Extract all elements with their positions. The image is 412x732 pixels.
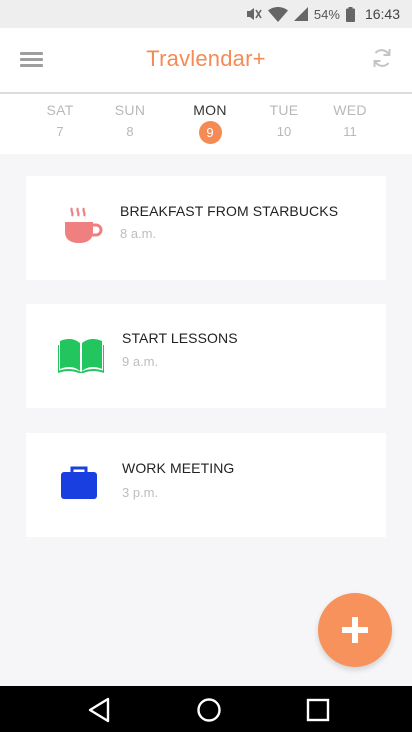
system-nav-bar	[0, 686, 412, 732]
day-number: 11	[343, 124, 357, 139]
coffee-cup-icon	[62, 204, 106, 248]
event-time: 3 p.m.	[122, 485, 159, 500]
status-bar: 54% 16:43	[0, 0, 412, 28]
day-number-selected: 9	[198, 121, 222, 144]
book-icon	[57, 337, 105, 381]
battery-icon	[345, 6, 355, 22]
add-event-button[interactable]	[318, 593, 392, 667]
signal-icon	[293, 7, 308, 21]
wifi-icon	[267, 6, 288, 22]
recents-icon[interactable]	[304, 696, 332, 724]
day-name: TUE	[269, 102, 299, 118]
day-number: 8	[126, 124, 134, 139]
day-name: SAT	[46, 102, 74, 118]
event-title: START LESSONS	[122, 330, 238, 346]
event-card-meeting[interactable]: WORK MEETING 3 p.m.	[26, 433, 386, 537]
day-wed[interactable]: WED 11	[320, 102, 380, 139]
event-card-lessons[interactable]: START LESSONS 9 a.m.	[26, 304, 386, 408]
day-name: MON	[193, 102, 227, 118]
status-time: 16:43	[364, 6, 400, 22]
day-sat[interactable]: SAT 7	[30, 102, 90, 139]
mute-icon	[246, 7, 262, 21]
event-title: WORK MEETING	[122, 460, 235, 476]
day-sun[interactable]: SUN 8	[100, 102, 160, 139]
briefcase-icon	[60, 465, 98, 509]
day-name: WED	[333, 102, 367, 118]
event-time: 8 a.m.	[120, 226, 157, 241]
event-title: BREAKFAST FROM STARBUCKS	[120, 203, 339, 219]
app-bar: Travlendar+	[0, 28, 412, 92]
day-tue[interactable]: TUE 10	[254, 102, 314, 139]
home-icon[interactable]	[195, 696, 223, 724]
refresh-icon[interactable]	[370, 46, 394, 70]
event-time: 9 a.m.	[122, 354, 159, 369]
day-strip: SAT 7 SUN 8 MON 9 TUE 10 WED 11	[0, 94, 412, 154]
day-number: 10	[276, 124, 292, 139]
back-icon[interactable]	[86, 696, 114, 724]
day-mon[interactable]: MON 9	[180, 102, 240, 144]
day-name: SUN	[114, 102, 146, 118]
day-number: 7	[56, 124, 64, 139]
app-title: Travlendar+	[146, 46, 266, 71]
event-card-breakfast[interactable]: BREAKFAST FROM STARBUCKS 8 a.m.	[26, 176, 386, 280]
battery-percent: 54%	[313, 6, 340, 22]
